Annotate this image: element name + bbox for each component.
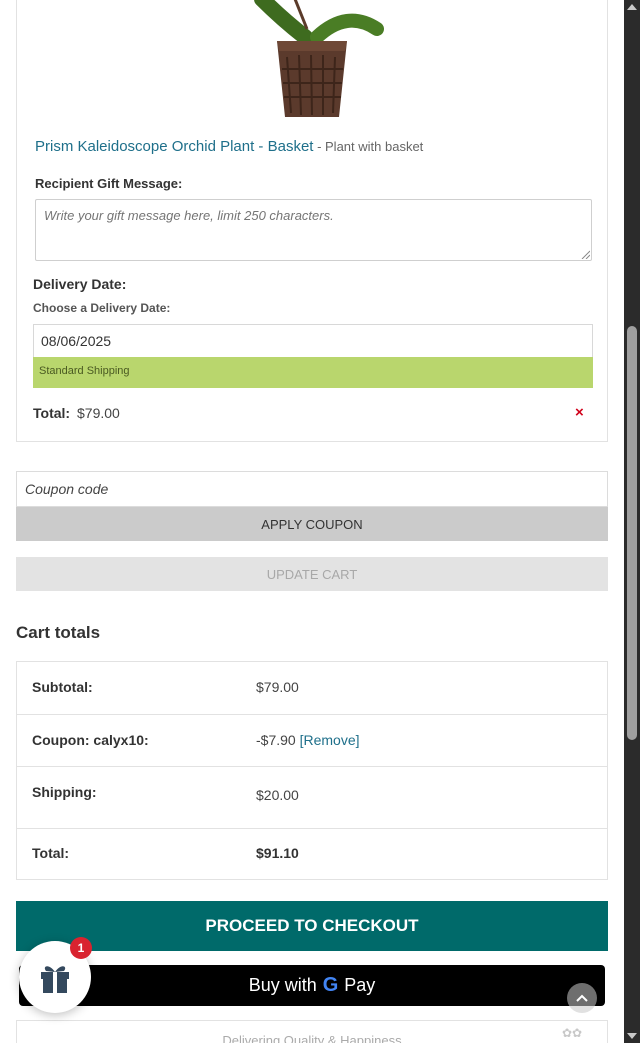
shipping-option-standard[interactable]: Standard Shipping	[33, 357, 593, 388]
subtotal-row: Subtotal: $79.00	[17, 662, 607, 714]
subtotal-value: $79.00	[256, 679, 299, 695]
google-g-icon: G	[322, 974, 339, 996]
gift-count-badge: 1	[70, 937, 92, 959]
scroll-to-top-button[interactable]	[567, 983, 597, 1013]
remove-item-icon[interactable]: ×	[575, 405, 584, 421]
update-cart-button[interactable]: Update cart	[16, 557, 608, 591]
gift-message-label: Recipient Gift Message:	[35, 176, 183, 191]
orchid-basket-image	[254, 0, 384, 117]
shipping-row: Shipping: $20.00	[17, 766, 607, 828]
coupon-value-line: -$7.90 [Remove]	[256, 732, 360, 748]
cart-item-card: Prism Kaleidoscope Orchid Plant - Basket…	[16, 0, 608, 442]
coupon-row: Coupon: calyx10: -$7.90 [Remove]	[17, 714, 607, 766]
product-link[interactable]: Prism Kaleidoscope Orchid Plant - Basket	[35, 138, 313, 155]
apply-coupon-button[interactable]: Apply coupon	[16, 507, 608, 541]
scrollbar-thumb[interactable]	[627, 326, 637, 740]
gift-message-textarea[interactable]	[35, 199, 592, 261]
footer-logo-icon: ✿✿	[562, 1026, 583, 1040]
item-total-value: $79.00	[77, 405, 120, 421]
scrollbar[interactable]	[624, 0, 640, 1043]
coupon-code-input[interactable]	[16, 471, 608, 507]
cart-totals-heading: Cart totals	[16, 623, 101, 642]
gpay-prefix: Buy with	[248, 975, 317, 995]
delivery-date-label: Delivery Date:	[33, 276, 127, 292]
resize-grip-icon[interactable]	[580, 249, 590, 259]
gift-icon	[41, 966, 69, 993]
scroll-up-arrow-icon[interactable]	[627, 4, 637, 10]
remove-coupon-link[interactable]: [Remove]	[300, 732, 360, 748]
gpay-suffix: Pay	[344, 975, 376, 995]
product-variant: - Plant with basket	[313, 139, 424, 154]
order-total-value: $91.10	[256, 845, 299, 861]
footer-tagline: Delivering Quality & Happiness	[16, 1020, 608, 1043]
order-total-label: Total:	[32, 845, 70, 861]
delivery-date-sublabel: Choose a Delivery Date:	[33, 301, 171, 315]
scroll-down-arrow-icon[interactable]	[627, 1033, 637, 1039]
coupon-discount-value: -$7.90	[256, 732, 296, 748]
item-total-label: Total:	[33, 405, 71, 421]
product-title-line: Prism Kaleidoscope Orchid Plant - Basket…	[35, 138, 423, 155]
cart-totals-table: Subtotal: $79.00 Coupon: calyx10: -$7.90…	[16, 661, 608, 880]
shipping-value: $20.00	[256, 787, 299, 803]
order-total-row: Total: $91.10	[17, 828, 607, 879]
subtotal-label: Subtotal:	[32, 679, 93, 695]
google-pay-button[interactable]: Buy with G Pay	[19, 965, 605, 1006]
chevron-up-icon	[576, 994, 588, 1002]
coupon-label: Coupon: calyx10:	[32, 732, 149, 748]
delivery-date-input[interactable]	[33, 324, 593, 357]
shipping-label: Shipping:	[32, 784, 97, 800]
proceed-to-checkout-button[interactable]: Proceed to checkout	[16, 901, 608, 951]
